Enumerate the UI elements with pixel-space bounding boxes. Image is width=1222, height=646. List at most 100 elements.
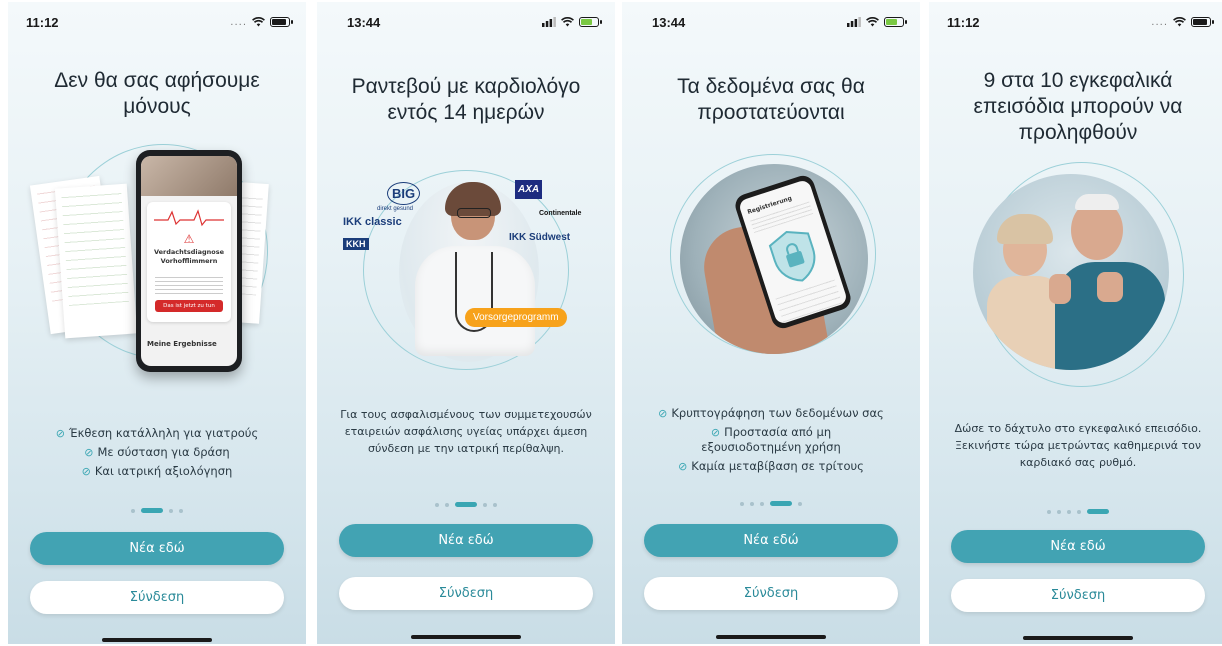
page-indicator[interactable] (8, 508, 306, 513)
phone-mockup: ⚠ Verdachtsdiagnose Vorhofflimmern Das i… (136, 150, 242, 372)
photo-circle: Registrierung (680, 164, 868, 354)
check-circle-icon: ⊘ (710, 426, 721, 439)
check-circle-icon: ⊘ (84, 446, 94, 459)
new-here-button[interactable]: Νέα εδώ (644, 524, 898, 557)
page-dot[interactable] (1067, 509, 1071, 514)
login-button[interactable]: Σύνδεση (951, 579, 1205, 612)
check-circle-icon: ⊘ (678, 460, 688, 473)
feature-item: Προστασία από μη εξουσιοδοτημένη χρήση (701, 425, 841, 454)
onboarding-screen-1: 11:12 .... Δεν θα σας αφήσουμε μόνους ⚠ (8, 2, 306, 644)
page-dot-active[interactable] (455, 502, 477, 507)
page-dot[interactable] (169, 508, 173, 513)
status-time: 11:12 (947, 14, 980, 30)
page-dot[interactable] (493, 502, 497, 507)
wifi-icon (1173, 17, 1186, 27)
status-bar: 11:12 .... (947, 12, 1214, 32)
battery-charging-icon (884, 17, 907, 27)
dialog-title: Verdachtsdiagnose Vorhofflimmern (153, 248, 225, 265)
page-dot[interactable] (740, 501, 744, 506)
signal-icon: .... (1151, 16, 1168, 28)
page-dot[interactable] (1077, 509, 1081, 514)
page-dot-active[interactable] (1087, 509, 1109, 514)
page-indicator[interactable] (317, 502, 615, 507)
feature-list: ⊘ Κρυπτογράφηση των δεδομένων σας ⊘ Προστα… (630, 404, 912, 476)
feature-item: Με σύσταση για δράση (97, 445, 230, 459)
hero-illustration (929, 162, 1222, 402)
wifi-icon (866, 17, 879, 27)
status-time: 11:12 (26, 14, 59, 30)
thumbs-up-hand (1097, 272, 1123, 302)
signal-icon (542, 17, 556, 27)
page-dot-active[interactable] (770, 501, 792, 506)
hero-illustration: ⚠ Verdachtsdiagnose Vorhofflimmern Das i… (8, 140, 306, 390)
woman-hair (997, 214, 1053, 244)
home-indicator[interactable] (411, 635, 521, 639)
axa-logo: AXA (515, 180, 543, 199)
check-circle-icon: ⊘ (81, 465, 91, 478)
new-here-button[interactable]: Νέα εδώ (951, 530, 1205, 563)
battery-charging-icon (579, 17, 602, 27)
page-dot[interactable] (760, 501, 764, 506)
signal-icon: .... (230, 16, 247, 28)
status-time: 13:44 (347, 14, 381, 30)
home-indicator[interactable] (1023, 636, 1133, 640)
page-title: Ραντεβού με καρδιολόγο εντός 14 ημερών (351, 75, 581, 124)
dialog-action-button: Das ist jetzt zu tun (155, 300, 223, 312)
hero-illustration: Registrierung (622, 150, 920, 400)
onboarding-screen-2: 13:44 Ραντεβού με καρδιολόγο εντός 14 ημ… (317, 2, 615, 644)
kkh-logo: KKH (343, 238, 369, 250)
page-indicator[interactable] (622, 501, 920, 506)
wifi-icon (561, 17, 574, 27)
page-dot[interactable] (1047, 509, 1051, 514)
shield-lock-icon (768, 231, 816, 282)
new-here-button[interactable]: Νέα εδώ (30, 532, 284, 565)
feature-item: Καμία μεταβίβαση σε τρίτους (691, 459, 864, 473)
thumbs-up-hand (1049, 274, 1071, 304)
big-logo: BIG (387, 182, 421, 205)
man-hair (1075, 194, 1119, 210)
page-dot[interactable] (445, 502, 449, 507)
signal-icon (847, 17, 861, 27)
new-here-button[interactable]: Νέα εδώ (339, 524, 593, 557)
feature-list: ⊘ Έκθεση κατάλληλη για γιατρούς ⊘ Με σύστα… (16, 424, 298, 481)
page-dot[interactable] (435, 502, 439, 507)
glasses-icon (457, 208, 491, 218)
ikk-suedwest-logo: IKK Südwest (509, 232, 571, 243)
page-dot[interactable] (798, 501, 802, 506)
hero-illustration: Vorsorgeprogramm BIG direkt gesund IKK c… (317, 152, 615, 402)
login-button[interactable]: Σύνδεση (30, 581, 284, 614)
check-circle-icon: ⊘ (55, 427, 65, 440)
battery-icon (1191, 17, 1214, 27)
page-dot[interactable] (179, 508, 183, 513)
program-badge: Vorsorgeprogramm (465, 308, 567, 327)
status-time: 13:44 (652, 14, 686, 30)
page-dot-active[interactable] (141, 508, 163, 513)
continentale-logo: Continentale (539, 210, 582, 217)
page-title: Δεν θα σας αφήσουμε μόνους (54, 69, 260, 118)
ikk-classic-logo: IKK classic (343, 216, 402, 228)
wifi-icon (252, 17, 265, 27)
home-indicator[interactable] (102, 638, 212, 642)
feature-item: Κρυπτογράφηση των δεδομένων σας (671, 406, 884, 420)
feature-item: Και ιατρική αξιολόγηση (94, 464, 233, 478)
big-logo-subtitle: direkt gesund (377, 206, 414, 212)
page-indicator[interactable] (929, 509, 1222, 514)
home-indicator[interactable] (716, 635, 826, 639)
page-dot[interactable] (750, 501, 754, 506)
login-button[interactable]: Σύνδεση (644, 577, 898, 610)
status-bar: 11:12 .... (26, 12, 293, 32)
battery-icon (270, 17, 293, 27)
page-dot[interactable] (131, 508, 135, 513)
onboarding-screen-3: 13:44 Τα δεδομένα σας θα προστατεύονται … (622, 2, 920, 644)
feature-item: Έκθεση κατάλληλη για γιατρούς (68, 426, 259, 440)
login-button[interactable]: Σύνδεση (339, 577, 593, 610)
page-dot[interactable] (483, 502, 487, 507)
onboarding-screen-4: 11:12 .... 9 στα 10 εγκεφαλικά επεισόδια… (929, 2, 1222, 644)
body-text: Δώσε το δάχτυλο στο εγκεφαλικό επεισόδιο… (954, 422, 1202, 469)
page-title: 9 στα 10 εγκεφαλικά επεισόδια μπορούν να… (973, 69, 1183, 144)
photo-circle (973, 174, 1169, 370)
check-circle-icon: ⊘ (658, 407, 668, 420)
page-title: Τα δεδομένα σας θα προστατεύονται (677, 75, 865, 124)
body-text: Για τους ασφαλισμένους των συμμετεχουσών… (340, 408, 592, 455)
page-dot[interactable] (1057, 509, 1061, 514)
